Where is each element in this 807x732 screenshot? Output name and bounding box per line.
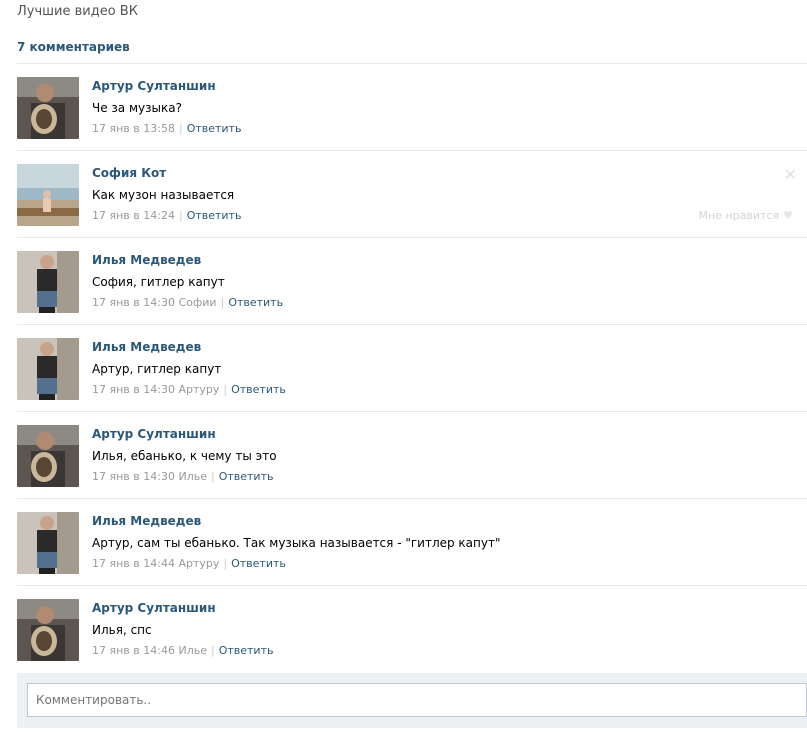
comment-text: Илья, ебанько, к чему ты это: [92, 449, 277, 463]
comment-text: Артур, сам ты ебанько. Так музыка называ…: [92, 536, 501, 550]
comment-time[interactable]: 17 янв в 14:30: [92, 296, 175, 309]
comment-text: Как музон называется: [92, 188, 235, 202]
comment-input[interactable]: [27, 683, 807, 717]
comment-author[interactable]: Илья Медведев: [92, 340, 201, 354]
comment-text: София, гитлер капут: [92, 275, 225, 289]
comment-meta: 17 янв в 14:30 Илье | Ответить: [92, 470, 273, 483]
reply-link[interactable]: Ответить: [187, 122, 242, 135]
comment-meta: 17 янв в 14:24 | Ответить: [92, 209, 241, 222]
comment-text: Илья, спс: [92, 623, 152, 637]
comments-count[interactable]: 7 комментариев: [17, 40, 130, 54]
reply-form: [17, 673, 807, 728]
heart-icon: ♥: [783, 209, 793, 222]
comment-author[interactable]: Артур Султаншин: [92, 601, 216, 615]
comment-time[interactable]: 17 янв в 14:30: [92, 383, 175, 396]
comment-item: Артур Султаншин Че за музыка? 17 янв в 1…: [17, 63, 807, 150]
comments-list: Артур Султаншин Че за музыка? 17 янв в 1…: [17, 63, 807, 672]
avatar[interactable]: [17, 425, 79, 487]
divider: |: [220, 296, 225, 309]
comment-text: Че за музыка?: [92, 101, 182, 115]
like-button[interactable]: Мне нравится ♥: [699, 209, 793, 222]
divider: |: [178, 209, 183, 222]
comment-item: София Кот Как музон называется 17 янв в …: [17, 150, 807, 237]
reply-link[interactable]: Ответить: [231, 383, 286, 396]
comment-time[interactable]: 17 янв в 14:24: [92, 209, 175, 222]
comment-time[interactable]: 17 янв в 14:46: [92, 644, 175, 657]
reply-to[interactable]: Илье: [178, 470, 207, 483]
comment-time[interactable]: 17 янв в 14:30: [92, 470, 175, 483]
comment-meta: 17 янв в 14:30 Артуру | Ответить: [92, 383, 286, 396]
avatar[interactable]: [17, 599, 79, 661]
comment-time[interactable]: 17 янв в 13:58: [92, 122, 175, 135]
comment-item: Илья Медведев Артур, сам ты ебанько. Так…: [17, 498, 807, 585]
comment-meta: 17 янв в 14:46 Илье | Ответить: [92, 644, 273, 657]
comment-author[interactable]: Илья Медведев: [92, 253, 201, 267]
comment-item: Артур Султаншин Илья, спс 17 янв в 14:46…: [17, 585, 807, 672]
comment-author[interactable]: Артур Султаншин: [92, 427, 216, 441]
comment-meta: 17 янв в 13:58 | Ответить: [92, 122, 241, 135]
reply-link[interactable]: Ответить: [187, 209, 242, 222]
divider: |: [178, 122, 183, 135]
delete-icon[interactable]: ✕: [784, 165, 797, 184]
comment-meta: 17 янв в 14:30 Софии | Ответить: [92, 296, 283, 309]
avatar[interactable]: [17, 251, 79, 313]
comment-meta: 17 янв в 14:44 Артуру | Ответить: [92, 557, 286, 570]
divider: |: [210, 470, 215, 483]
divider: |: [223, 557, 228, 570]
comment-item: Артур Султаншин Илья, ебанько, к чему ты…: [17, 411, 807, 498]
avatar[interactable]: [17, 77, 79, 139]
comment-time[interactable]: 17 янв в 14:44: [92, 557, 175, 570]
avatar[interactable]: [17, 338, 79, 400]
divider: |: [223, 383, 228, 396]
like-label: Мне нравится: [698, 209, 780, 222]
reply-to[interactable]: Артуру: [178, 557, 219, 570]
reply-link[interactable]: Ответить: [228, 296, 283, 309]
reply-link[interactable]: Ответить: [231, 557, 286, 570]
avatar[interactable]: [17, 164, 79, 226]
reply-link[interactable]: Ответить: [219, 644, 274, 657]
reply-link[interactable]: Ответить: [219, 470, 274, 483]
reply-to[interactable]: Софии: [178, 296, 216, 309]
comment-item: Илья Медведев София, гитлер капут 17 янв…: [17, 237, 807, 324]
avatar[interactable]: [17, 512, 79, 574]
divider: |: [210, 644, 215, 657]
comment-author[interactable]: Илья Медведев: [92, 514, 201, 528]
comment-author[interactable]: Артур Султаншин: [92, 79, 216, 93]
reply-to[interactable]: Артуру: [178, 383, 219, 396]
comment-text: Артур, гитлер капут: [92, 362, 222, 376]
comment-author[interactable]: София Кот: [92, 166, 166, 180]
page-title: Лучшие видео ВК: [17, 4, 138, 19]
comment-item: Илья Медведев Артур, гитлер капут 17 янв…: [17, 324, 807, 411]
reply-to[interactable]: Илье: [178, 644, 207, 657]
